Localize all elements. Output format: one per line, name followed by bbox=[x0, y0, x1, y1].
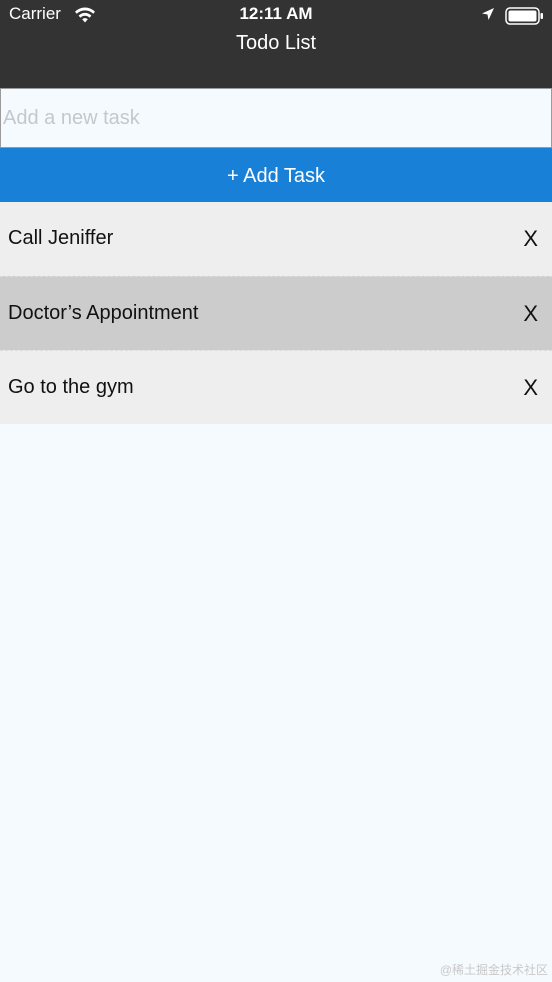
app-header: Carrier 12:11 AM Todo List bbox=[0, 0, 552, 88]
task-item[interactable]: Call Jeniffer X bbox=[0, 202, 552, 276]
task-item[interactable]: Doctor’s Appointment X bbox=[0, 276, 552, 350]
task-label: Go to the gym bbox=[8, 376, 134, 398]
new-task-input[interactable] bbox=[0, 88, 552, 148]
status-time: 12:11 AM bbox=[239, 4, 313, 23]
task-item[interactable]: Go to the gym X bbox=[0, 350, 552, 424]
page-title: Todo List bbox=[235, 32, 317, 54]
task-label: Doctor’s Appointment bbox=[8, 302, 199, 324]
add-task-button[interactable]: + Add Task bbox=[0, 148, 552, 202]
delete-task-button[interactable]: X bbox=[523, 375, 538, 401]
battery-icon bbox=[505, 7, 543, 25]
delete-task-button[interactable]: X bbox=[523, 301, 538, 327]
task-list: Call Jeniffer X Doctor’s Appointment X G… bbox=[0, 202, 552, 424]
watermark: @稀土掘金技术社区 bbox=[439, 963, 548, 977]
delete-task-button[interactable]: X bbox=[523, 226, 538, 252]
status-bar: Carrier 12:11 AM bbox=[0, 0, 552, 30]
task-label: Call Jeniffer bbox=[8, 227, 114, 249]
location-icon bbox=[482, 8, 494, 20]
